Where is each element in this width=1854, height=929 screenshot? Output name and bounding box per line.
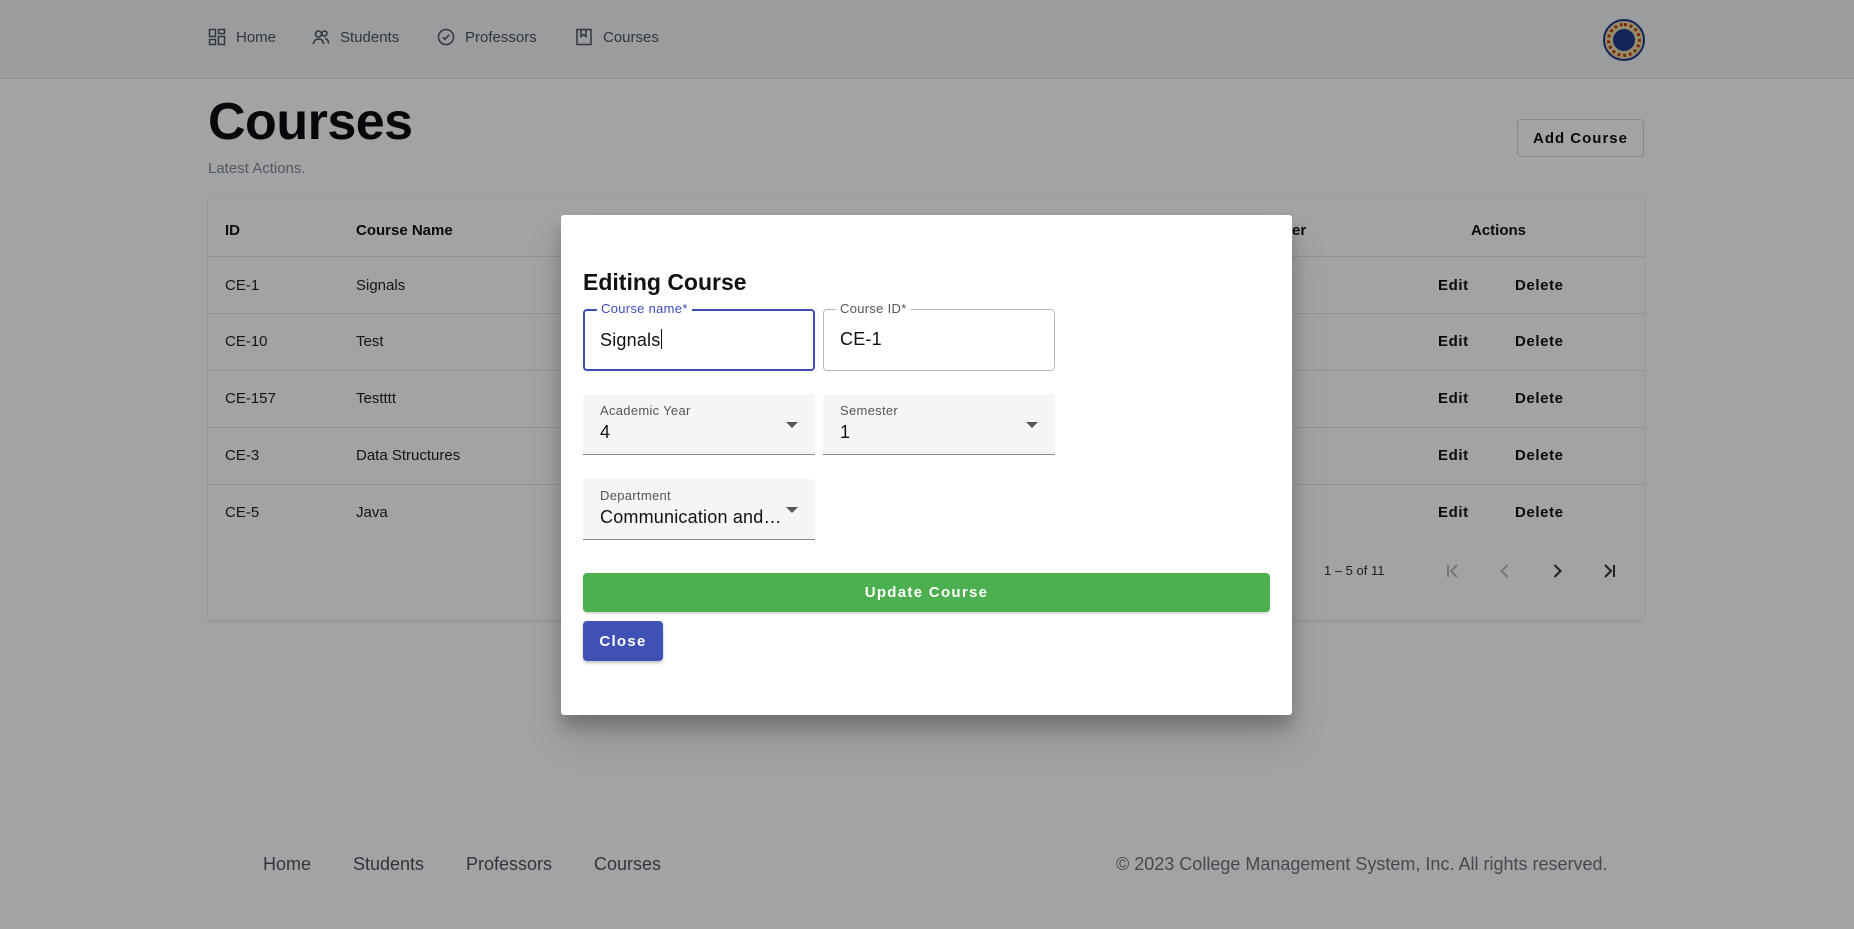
- academic-year-select[interactable]: Academic Year 4: [583, 394, 815, 455]
- semester-select[interactable]: Semester 1: [823, 394, 1055, 455]
- academic-year-label: Academic Year: [600, 403, 691, 418]
- edit-course-dialog: Editing Course Course name* Signals Cour…: [561, 215, 1292, 715]
- course-name-field[interactable]: Course name* Signals: [583, 301, 815, 371]
- dropdown-arrow-icon: [786, 507, 798, 513]
- dropdown-arrow-icon: [1026, 422, 1038, 428]
- semester-label: Semester: [840, 403, 899, 418]
- dropdown-arrow-icon: [786, 422, 798, 428]
- update-course-button[interactable]: Update Course: [583, 573, 1270, 612]
- academic-year-value: 4: [600, 422, 611, 442]
- course-name-value: Signals: [600, 330, 661, 350]
- semester-value: 1: [840, 422, 851, 442]
- department-label: Department: [600, 488, 671, 503]
- dialog-title: Editing Course: [583, 269, 747, 295]
- course-name-label: Course name*: [597, 301, 692, 316]
- text-caret: [661, 329, 663, 349]
- department-value: Communication and Electronics: [600, 507, 786, 527]
- course-name-input[interactable]: Signals: [600, 329, 663, 351]
- course-id-field[interactable]: Course ID* CE-1: [823, 301, 1055, 371]
- course-id-input[interactable]: CE-1: [840, 329, 882, 350]
- close-button[interactable]: Close: [583, 621, 663, 661]
- course-id-label: Course ID*: [836, 301, 911, 316]
- department-select[interactable]: Department Communication and Electronics: [583, 479, 815, 540]
